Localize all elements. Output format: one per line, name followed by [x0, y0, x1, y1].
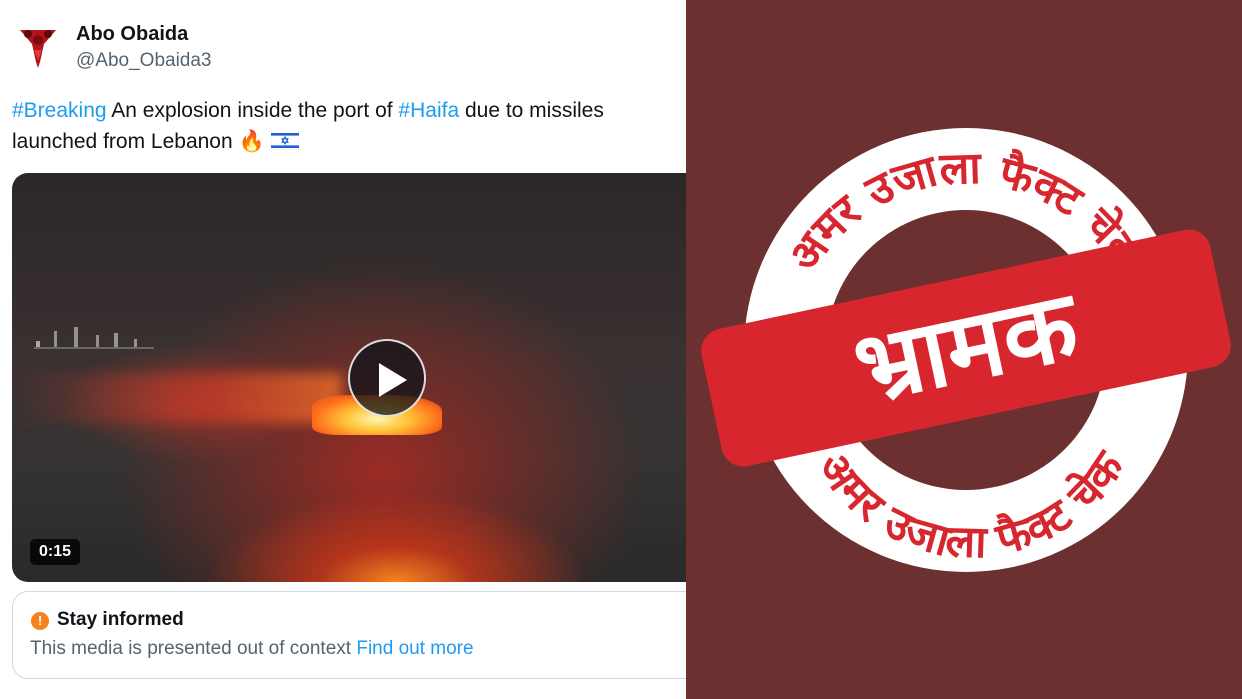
play-button[interactable]: [348, 339, 426, 417]
video-frame-lights: [34, 327, 154, 349]
notice-title: Stay informed: [57, 609, 184, 630]
hashtag-haifa[interactable]: #Haifa: [398, 99, 459, 122]
tweet-text-segment: An explosion inside the port of: [106, 99, 399, 122]
tweet-card: Abo Obaida @Abo_Obaida3 #Breaking An exp…: [0, 0, 686, 699]
video-player[interactable]: 0:15: [12, 173, 686, 582]
author-handle[interactable]: @Abo_Obaida3: [76, 50, 212, 72]
hashtag-breaking[interactable]: #Breaking: [12, 99, 107, 122]
avatar[interactable]: [14, 22, 62, 70]
fact-check-panel: अमर उजाला फैक्ट चेक अमर उजाला फैक्ट चेक …: [686, 0, 1242, 699]
play-icon: [379, 363, 407, 397]
context-notice: ! Stay informed This media is presented …: [12, 591, 686, 679]
fire-emoji: 🔥: [238, 130, 265, 153]
author-name[interactable]: Abo Obaida: [76, 23, 188, 46]
video-frame-glow: [12, 373, 342, 423]
notice-body-text: This media is presented out of context: [30, 638, 352, 659]
israel-flag-icon: [270, 131, 299, 150]
avatar-logo-icon: [20, 30, 56, 68]
fact-check-stamp: अमर उजाला फैक्ट चेक अमर उजाला फैक्ट चेक …: [701, 128, 1231, 572]
tweet-text: #Breaking An explosion inside the port o…: [12, 95, 682, 157]
notice-body: This media is presented out of context F…: [30, 638, 474, 660]
video-duration-badge: 0:15: [30, 539, 81, 565]
find-out-more-link[interactable]: Find out more: [356, 638, 473, 659]
exclamation-icon: !: [31, 612, 49, 630]
